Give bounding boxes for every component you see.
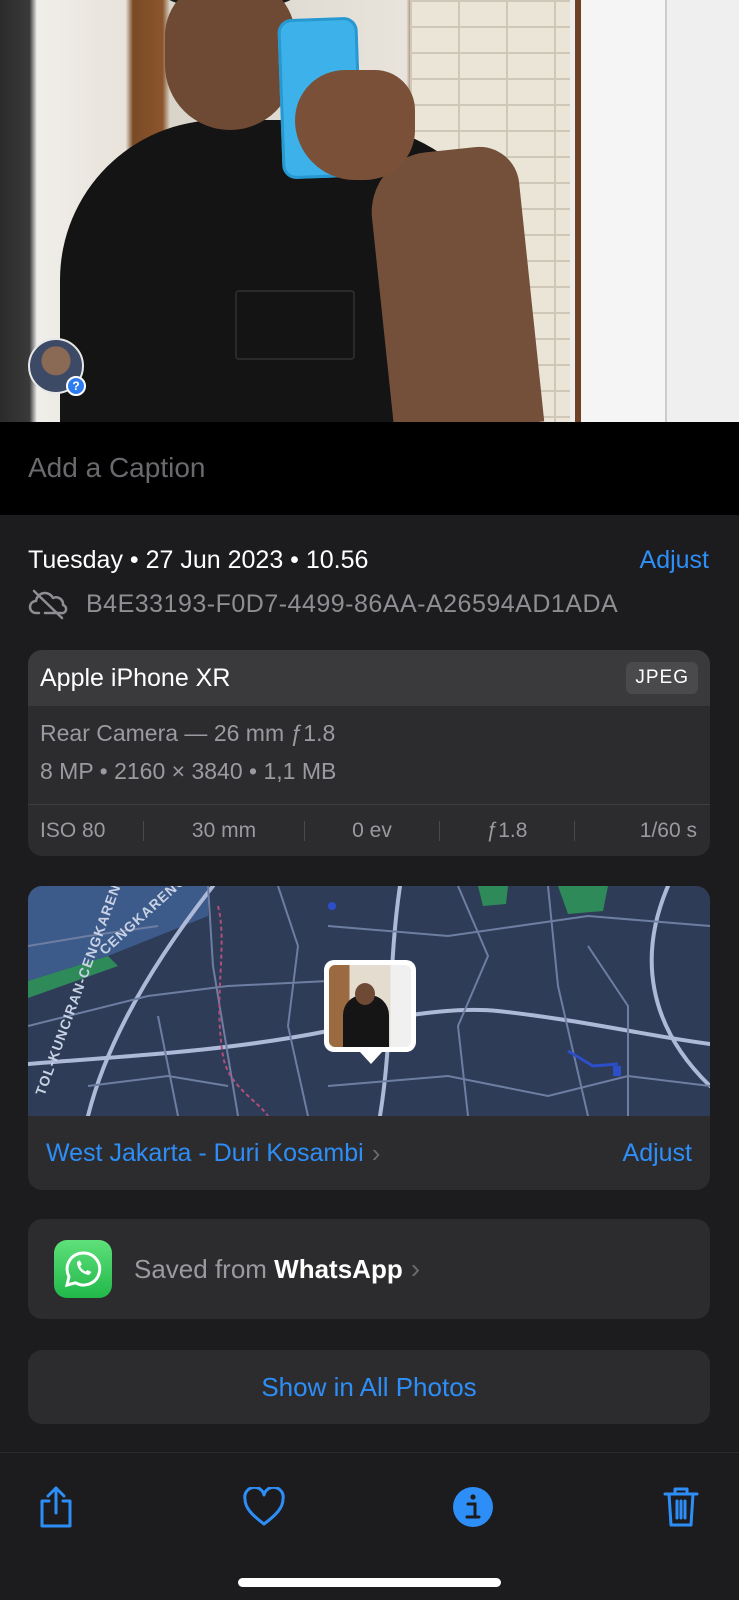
pin-tail bbox=[360, 1052, 382, 1064]
image-specs: 8 MP • 2160 × 3840 • 1,1 MB bbox=[40, 758, 337, 784]
camera-model: Apple iPhone XR bbox=[40, 663, 231, 692]
photo-subject-head bbox=[165, 0, 295, 130]
file-id-row: B4E33193-F0D7-4499-86AA-A26594AD1ADA bbox=[28, 588, 618, 620]
photo-subject-arm bbox=[365, 142, 545, 422]
lens-info: Rear Camera — 26 mm ƒ1.8 bbox=[40, 720, 336, 746]
exif-aperture: ƒ1.8 bbox=[486, 818, 528, 842]
location-link[interactable]: West Jakarta - Duri Kosambi › bbox=[46, 1138, 380, 1169]
exif-row: ISO 80 30 mm 0 ev ƒ1.8 1/60 s bbox=[28, 804, 710, 856]
photo-door-panel bbox=[665, 0, 739, 422]
exif-shutter-speed: 1/60 s bbox=[639, 818, 697, 842]
cloud-slash-icon bbox=[28, 589, 68, 620]
info-icon bbox=[453, 1487, 493, 1527]
photo-subject-hand bbox=[295, 70, 415, 180]
location-map[interactable]: CENGKARENG TOL-KUNCIRAN-CENGKARENG bbox=[28, 886, 710, 1116]
source-app-name: WhatsApp bbox=[274, 1253, 403, 1284]
delete-button[interactable] bbox=[653, 1479, 709, 1535]
source-text: Saved from WhatsApp bbox=[134, 1254, 403, 1285]
caption-input[interactable] bbox=[28, 442, 718, 494]
heart-icon bbox=[243, 1487, 285, 1526]
map-photo-pin[interactable] bbox=[324, 960, 416, 1064]
capture-date: Tuesday • 27 Jun 2023 • 10.56 bbox=[28, 546, 369, 574]
photo-door bbox=[575, 0, 665, 422]
whatsapp-icon bbox=[54, 1240, 112, 1298]
adjust-location-button[interactable]: Adjust bbox=[623, 1139, 692, 1168]
photo-view[interactable]: ? bbox=[0, 0, 739, 422]
favorite-button[interactable] bbox=[236, 1479, 292, 1535]
adjust-date-button[interactable]: Adjust bbox=[640, 546, 709, 575]
exif-focal-length: 30 mm bbox=[191, 818, 257, 842]
share-icon bbox=[40, 1486, 72, 1528]
exif-exposure-value: 0 ev bbox=[352, 818, 392, 842]
share-button[interactable] bbox=[28, 1479, 84, 1535]
photo-shirt-pocket bbox=[235, 290, 355, 360]
source-app-card[interactable]: Saved from WhatsApp › bbox=[28, 1219, 710, 1319]
caption-area bbox=[0, 422, 739, 515]
location-footer: West Jakarta - Duri Kosambi › Adjust bbox=[28, 1116, 710, 1190]
info-button[interactable] bbox=[445, 1479, 501, 1535]
file-id: B4E33193-F0D7-4499-86AA-A26594AD1ADA bbox=[86, 589, 619, 618]
trash-icon bbox=[663, 1487, 699, 1527]
camera-info-card: Apple iPhone XR JPEG Rear Camera — 26 mm… bbox=[28, 650, 710, 856]
person-avatar-button[interactable]: ? bbox=[28, 338, 86, 396]
location-card: CENGKARENG TOL-KUNCIRAN-CENGKARENG West … bbox=[28, 886, 710, 1190]
chevron-right-icon: › bbox=[371, 1137, 381, 1168]
question-badge-icon: ? bbox=[66, 376, 86, 396]
home-indicator bbox=[238, 1578, 501, 1587]
location-name: West Jakarta - Duri Kosambi bbox=[46, 1138, 364, 1167]
exif-iso: ISO 80 bbox=[40, 818, 106, 842]
show-in-all-photos-button[interactable]: Show in All Photos bbox=[28, 1350, 710, 1424]
camera-card-header: Apple iPhone XR JPEG bbox=[28, 650, 710, 706]
chevron-right-icon: › bbox=[410, 1253, 421, 1284]
source-prefix: Saved from bbox=[134, 1253, 275, 1284]
format-badge: JPEG bbox=[626, 662, 698, 694]
pin-thumbnail bbox=[329, 965, 411, 1047]
